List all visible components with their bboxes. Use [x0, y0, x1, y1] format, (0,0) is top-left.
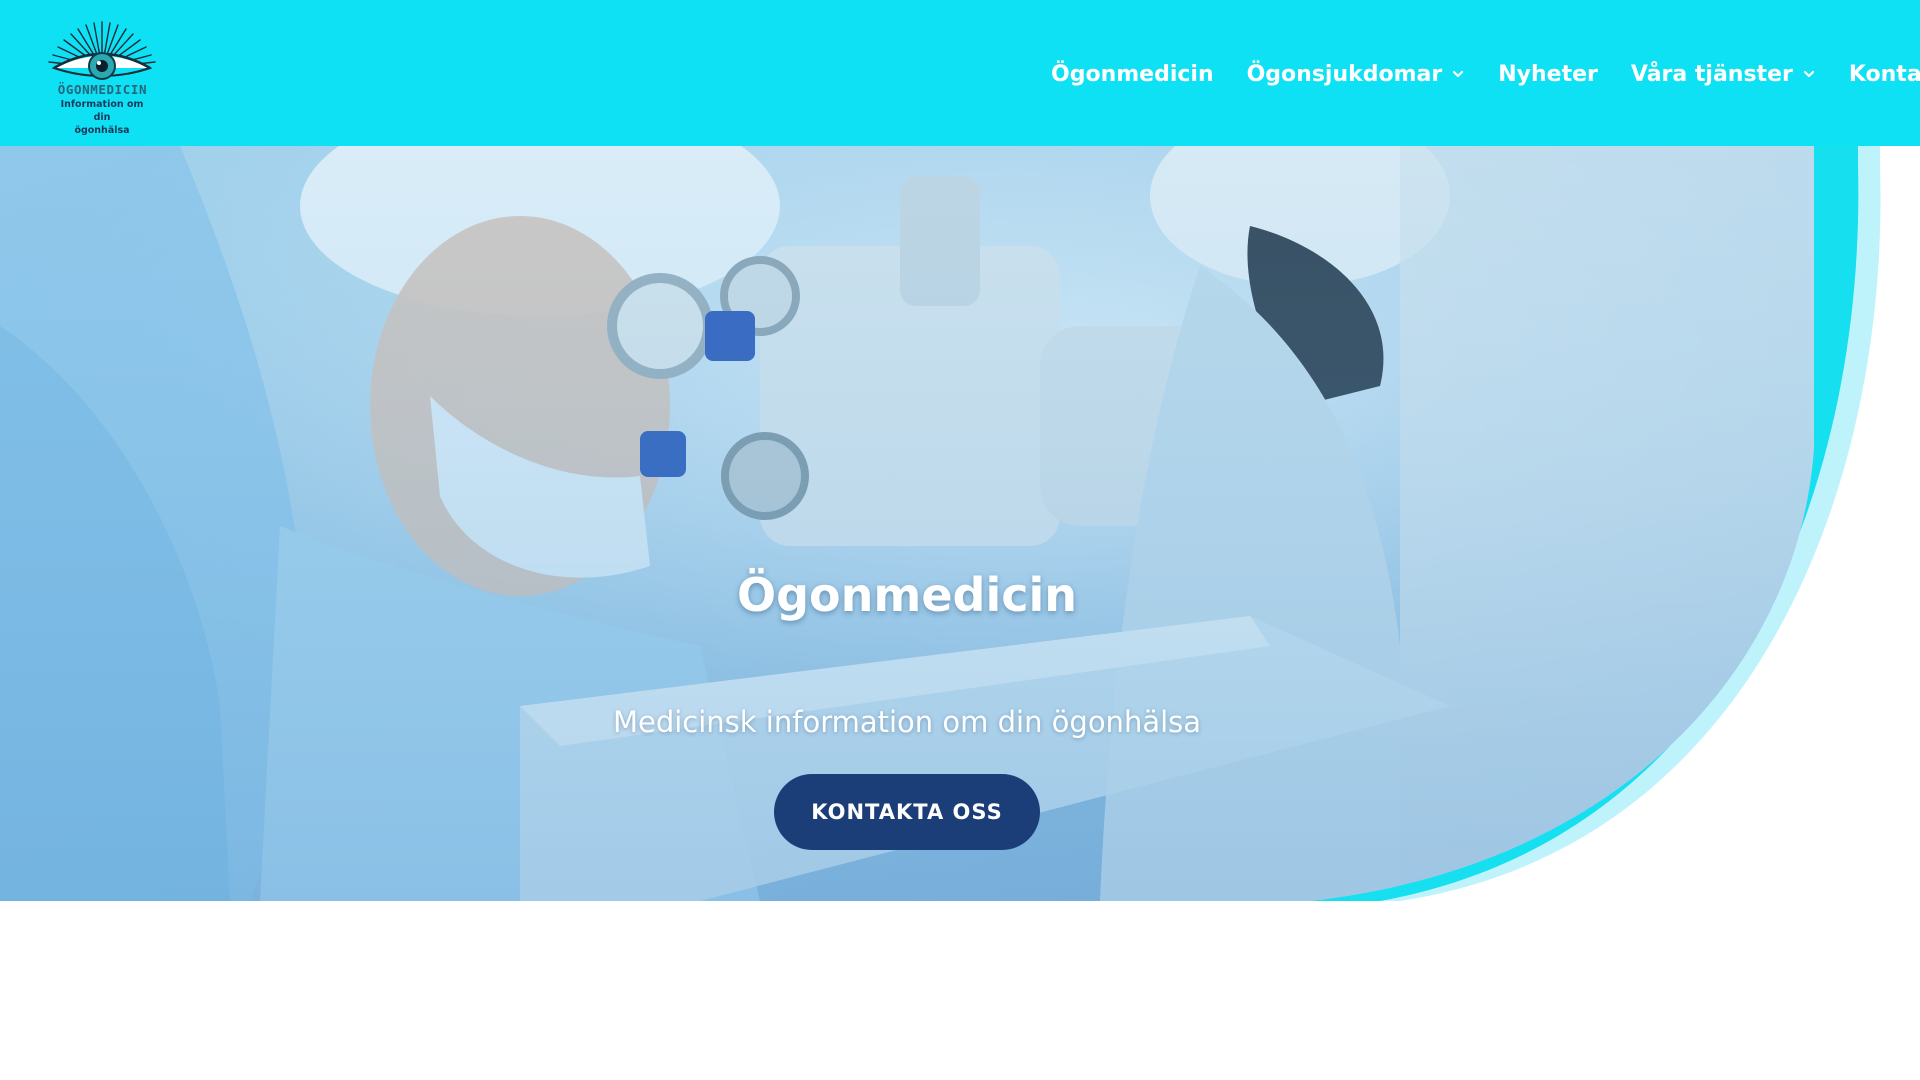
nav-item-label: Ögonmedicin [1051, 61, 1214, 87]
nav-item-ogonmedicin[interactable]: Ögonmedicin [1051, 62, 1214, 87]
hero-subtitle: Medicinsk information om din ögonhälsa [612, 705, 1202, 739]
nav-item-label: Ögonsjukdomar [1246, 61, 1443, 87]
nav-item-nyheter[interactable]: Nyheter [1498, 62, 1598, 87]
logo-subtitle-line2: ögonhälsa [74, 125, 130, 136]
logo-subtitle-line1: Information om din [60, 99, 144, 123]
contact-us-button[interactable]: KONTAKTA OSS [774, 774, 1040, 850]
logo-subtitle: Information om din ögonhälsa [52, 98, 152, 137]
logo-title: ÖGONMEDICIN [57, 82, 148, 97]
eye-icon [48, 21, 156, 80]
main-nav: Ögonmedicin Ögonsjukdomar Nyheter Våra t… [1051, 58, 1920, 90]
hero-section: Ögonmedicin Medicinsk information om din… [0, 146, 1920, 901]
nav-item-vara-tjanster[interactable]: Våra tjänster [1631, 62, 1816, 87]
nav-item-ogonsjukdomar[interactable]: Ögonsjukdomar [1247, 62, 1466, 87]
chevron-down-icon [1453, 70, 1464, 78]
nav-item-kontakt[interactable]: Kontakt [1849, 62, 1920, 87]
nav-item-label: Kontakt [1848, 61, 1920, 87]
nav-item-label: Våra tjänster [1630, 61, 1793, 87]
nav-item-label: Nyheter [1498, 61, 1598, 87]
site-header: ÖGONMEDICIN Information om din ögonhälsa… [0, 0, 1920, 146]
site-logo[interactable]: ÖGONMEDICIN Information om din ögonhälsa [40, 18, 165, 136]
chevron-down-icon [1803, 70, 1814, 78]
hero-title: Ögonmedicin [737, 568, 1077, 622]
